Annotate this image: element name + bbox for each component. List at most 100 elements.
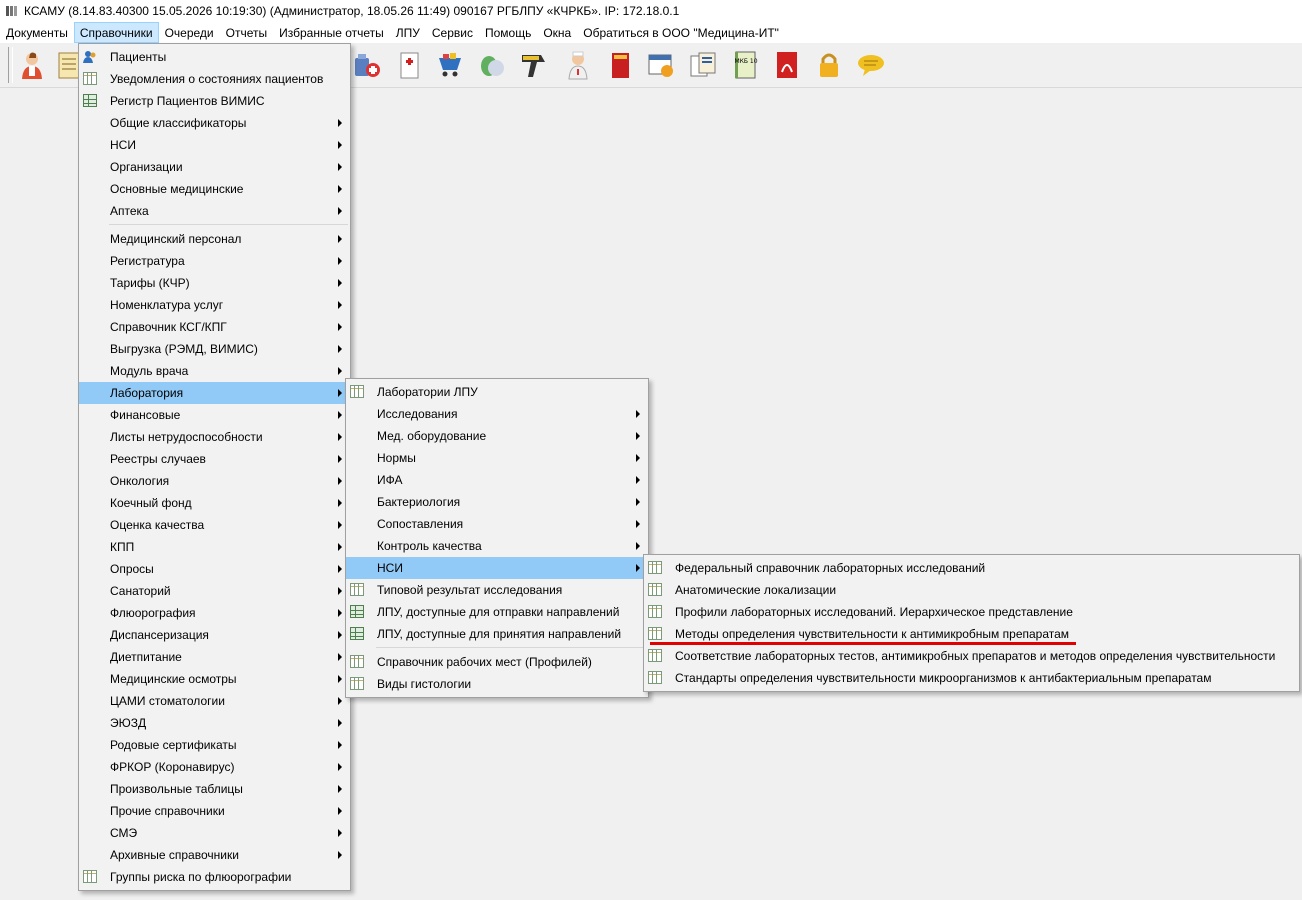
menu-item-mappings[interactable]: Сопоставления bbox=[346, 513, 648, 535]
menu-item-lpu-accept-referrals[interactable]: ЛПУ, доступные для принятия направлений bbox=[346, 623, 648, 645]
menu-item-workplaces[interactable]: Справочник рабочих мест (Профилей) bbox=[346, 651, 648, 673]
menu-item-services-nomenclature[interactable]: Номенклатура услуг bbox=[79, 294, 350, 316]
medicines-icon[interactable] bbox=[351, 49, 383, 81]
lock-icon[interactable] bbox=[813, 49, 845, 81]
menu-item-ifa[interactable]: ИФА bbox=[346, 469, 648, 491]
menu-item-doctor-module[interactable]: Модуль врача bbox=[79, 360, 350, 382]
references-menu: Пациенты Уведомления о состояниях пациен… bbox=[78, 43, 351, 891]
menu-item-sick-leave[interactable]: Листы нетрудоспособности bbox=[79, 426, 350, 448]
chat-icon[interactable] bbox=[855, 49, 887, 81]
menu-item-kpp[interactable]: КПП bbox=[79, 536, 350, 558]
menu-item-case-registers[interactable]: Реестры случаев bbox=[79, 448, 350, 470]
calendar-icon[interactable] bbox=[645, 49, 677, 81]
menu-item-custom-tables[interactable]: Произвольные таблицы bbox=[79, 778, 350, 800]
menu-item-nsi[interactable]: НСИ bbox=[79, 134, 350, 156]
menu-queues[interactable]: Очереди bbox=[159, 22, 220, 43]
pdf-icon[interactable] bbox=[771, 49, 803, 81]
submenu-arrow-icon bbox=[338, 653, 342, 661]
pills-icon[interactable] bbox=[476, 49, 508, 81]
nurse-icon[interactable] bbox=[562, 49, 594, 81]
menu-service[interactable]: Сервис bbox=[426, 22, 479, 43]
menu-item-bacteriology[interactable]: Бактериология bbox=[346, 491, 648, 513]
submenu-arrow-icon bbox=[338, 609, 342, 617]
menu-item-tariffs[interactable]: Тарифы (КЧР) bbox=[79, 272, 350, 294]
annotation-underline bbox=[650, 642, 1076, 645]
menu-help[interactable]: Помощь bbox=[479, 22, 537, 43]
submenu-arrow-icon bbox=[338, 829, 342, 837]
menu-references[interactable]: Справочники bbox=[73, 22, 159, 43]
menu-item-histology-types[interactable]: Виды гистологии bbox=[346, 673, 648, 695]
menu-item-fluorography[interactable]: Флюорография bbox=[79, 602, 350, 624]
menu-documents[interactable]: Документы bbox=[0, 22, 74, 43]
menu-windows[interactable]: Окна bbox=[537, 22, 577, 43]
menu-favorite-reports[interactable]: Избранные отчеты bbox=[273, 22, 390, 43]
menu-item-anatomical-locations[interactable]: Анатомические локализации bbox=[644, 579, 1299, 601]
toolbar-grip[interactable] bbox=[8, 47, 13, 83]
menu-item-federal-lab-reference[interactable]: Федеральный справочник лабораторных иссл… bbox=[644, 557, 1299, 579]
menu-item-med-equipment[interactable]: Мед. оборудование bbox=[346, 425, 648, 447]
menu-item-surveys[interactable]: Опросы bbox=[79, 558, 350, 580]
menu-item-patients[interactable]: Пациенты bbox=[79, 46, 350, 68]
menu-lpu[interactable]: ЛПУ bbox=[390, 22, 426, 43]
submenu-arrow-icon bbox=[338, 301, 342, 309]
menu-item-patient-notifications[interactable]: Уведомления о состояниях пациентов bbox=[79, 68, 350, 90]
menu-item-lab-nsi[interactable]: НСИ bbox=[346, 557, 648, 579]
menu-item-medical-staff[interactable]: Медицинский персонал bbox=[79, 228, 350, 250]
menu-item-eyuzd[interactable]: ЭЮЗД bbox=[79, 712, 350, 734]
menu-item-lpu-laboratories[interactable]: Лаборатории ЛПУ bbox=[346, 381, 648, 403]
menu-reports[interactable]: Отчеты bbox=[220, 22, 273, 43]
menu-item-oncology[interactable]: Онкология bbox=[79, 470, 350, 492]
menu-item-tests-drugs-mapping[interactable]: Соответствие лабораторных тестов, антими… bbox=[644, 645, 1299, 667]
menu-item-lpu-send-referrals[interactable]: ЛПУ, доступные для отправки направлений bbox=[346, 601, 648, 623]
doctor-icon[interactable] bbox=[16, 49, 48, 81]
submenu-arrow-icon bbox=[636, 476, 640, 484]
menu-item-ksg-kpg[interactable]: Справочник КСГ/КПГ bbox=[79, 316, 350, 338]
submenu-arrow-icon bbox=[338, 851, 342, 859]
menu-item-pharmacy[interactable]: Аптека bbox=[79, 200, 350, 222]
menu-item-dentistry[interactable]: ЦАМИ стоматологии bbox=[79, 690, 350, 712]
medical-card-icon[interactable] bbox=[393, 49, 425, 81]
table-icon bbox=[83, 870, 97, 883]
menu-item-quality[interactable]: Оценка качества bbox=[79, 514, 350, 536]
red-book-icon[interactable] bbox=[604, 49, 636, 81]
register-icon bbox=[350, 627, 364, 640]
cart-icon[interactable] bbox=[434, 49, 466, 81]
menu-item-medical-exams[interactable]: Медицинские осмотры bbox=[79, 668, 350, 690]
table-icon bbox=[648, 649, 662, 662]
menu-item-quality-control[interactable]: Контроль качества bbox=[346, 535, 648, 557]
table-icon bbox=[648, 561, 662, 574]
menu-item-export[interactable]: Выгрузка (РЭМД, ВИМИС) bbox=[79, 338, 350, 360]
menu-item-diet[interactable]: Диетпитание bbox=[79, 646, 350, 668]
menu-item-lab-profiles-hierarchy[interactable]: Профили лабораторных исследований. Иерар… bbox=[644, 601, 1299, 623]
submenu-arrow-icon bbox=[338, 119, 342, 127]
documents-icon[interactable] bbox=[687, 49, 719, 81]
menu-item-dispensarization[interactable]: Диспансеризация bbox=[79, 624, 350, 646]
menu-item-norms[interactable]: Нормы bbox=[346, 447, 648, 469]
menu-item-bed-fund[interactable]: Коечный фонд bbox=[79, 492, 350, 514]
table-icon bbox=[648, 671, 662, 684]
mkb10-icon[interactable]: МКБ 10 bbox=[729, 49, 761, 81]
menu-item-birth-certificates[interactable]: Родовые сертификаты bbox=[79, 734, 350, 756]
menu-item-research[interactable]: Исследования bbox=[346, 403, 648, 425]
menu-item-typical-result[interactable]: Типовой результат исследования bbox=[346, 579, 648, 601]
menu-item-sme[interactable]: СМЭ bbox=[79, 822, 350, 844]
menu-item-basic-medical[interactable]: Основные медицинские bbox=[79, 178, 350, 200]
barcode-scanner-icon[interactable] bbox=[518, 49, 550, 81]
menu-item-frkor[interactable]: ФРКОР (Коронавирус) bbox=[79, 756, 350, 778]
menu-contact-support[interactable]: Обратиться в ООО "Медицина-ИТ" bbox=[577, 22, 785, 43]
menu-item-registry[interactable]: Регистратура bbox=[79, 250, 350, 272]
menu-item-sensitivity-standards[interactable]: Стандарты определения чувствительности м… bbox=[644, 667, 1299, 689]
menu-item-vimis-register[interactable]: Регистр Пациентов ВИМИС bbox=[79, 90, 350, 112]
menu-item-fluorography-risk-groups[interactable]: Группы риска по флюорографии bbox=[79, 866, 350, 888]
menu-item-laboratory[interactable]: Лаборатория bbox=[79, 382, 350, 404]
menu-item-general-classifiers[interactable]: Общие классификаторы bbox=[79, 112, 350, 134]
table-icon bbox=[350, 655, 364, 668]
laboratory-submenu: Лаборатории ЛПУ Исследования Мед. оборуд… bbox=[345, 378, 649, 698]
menu-item-archive-references[interactable]: Архивные справочники bbox=[79, 844, 350, 866]
menu-item-other-references[interactable]: Прочие справочники bbox=[79, 800, 350, 822]
menu-item-sanatorium[interactable]: Санаторий bbox=[79, 580, 350, 602]
table-icon bbox=[648, 583, 662, 596]
submenu-arrow-icon bbox=[338, 455, 342, 463]
menu-item-financial[interactable]: Финансовые bbox=[79, 404, 350, 426]
menu-item-organizations[interactable]: Организации bbox=[79, 156, 350, 178]
